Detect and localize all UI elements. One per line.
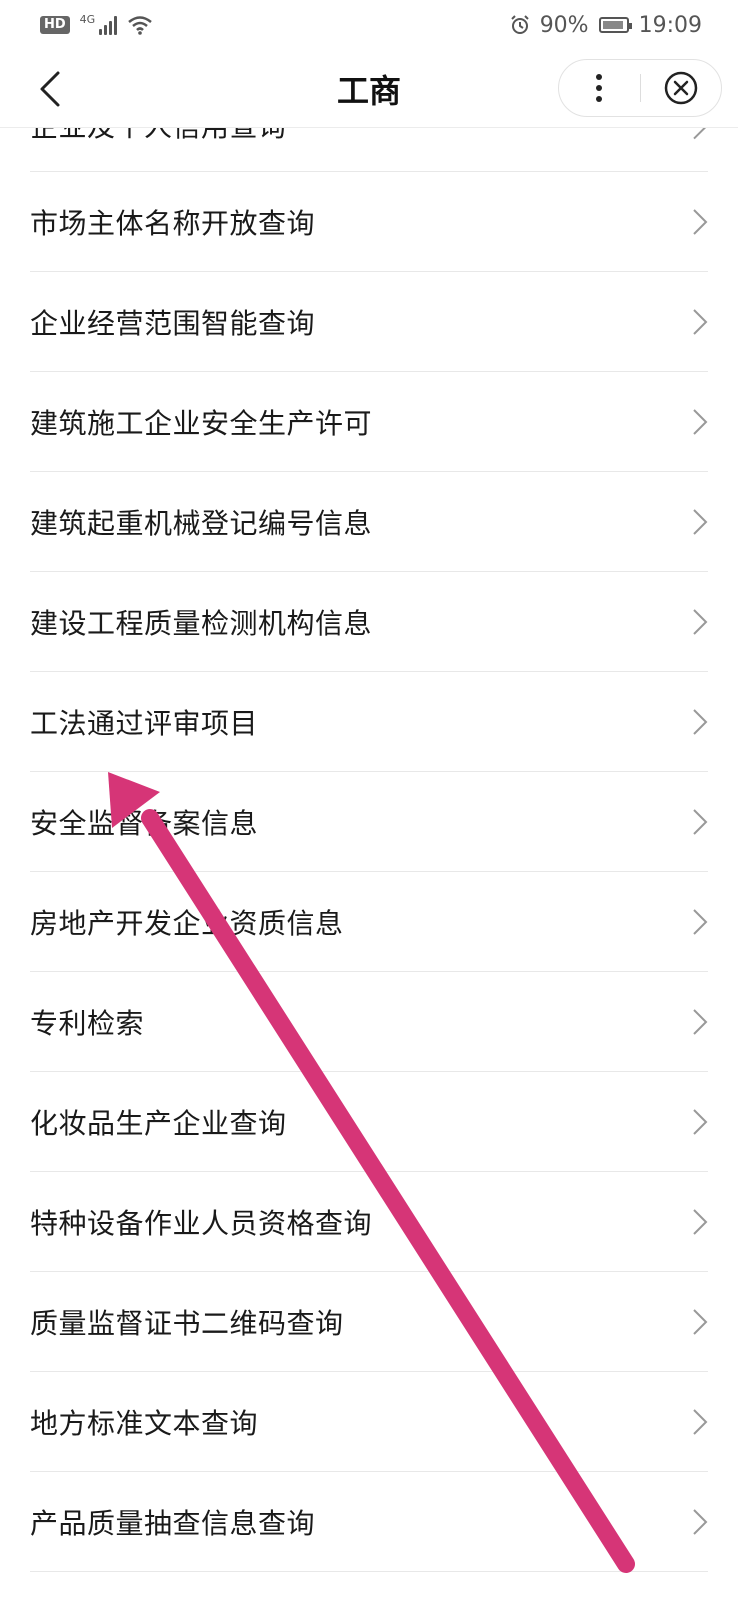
- chevron-right-icon: [693, 309, 708, 335]
- list-item-label: 房地产开发企业资质信息: [30, 907, 344, 940]
- status-bar: HD 4G 90% 19:09: [0, 0, 738, 50]
- list-item[interactable]: 建筑施工企业安全生产许可: [0, 372, 738, 472]
- list-item[interactable]: 产品质量抽查信息查询: [0, 1472, 738, 1572]
- chevron-right-icon: [693, 1209, 708, 1235]
- alarm-icon: [510, 15, 529, 34]
- chevron-right-icon: [693, 709, 708, 735]
- hd-badge: HD: [40, 16, 70, 34]
- list-item-label: 专利检索: [30, 1007, 145, 1040]
- list-item-label: 建筑起重机械登记编号信息: [30, 507, 373, 540]
- list-item[interactable]: 建设工程质量检测机构信息: [0, 572, 738, 672]
- list-item[interactable]: 特种设备作业人员资格查询: [0, 1172, 738, 1272]
- list-item-partial[interactable]: 企业及个人信用查询: [0, 128, 738, 172]
- network-type: 4G: [79, 12, 96, 26]
- list-item-label: 工法通过评审项目: [30, 707, 259, 740]
- list-item-label: 化妆品生产企业查询: [30, 1107, 287, 1140]
- more-dots-icon: [596, 74, 603, 102]
- list-item[interactable]: 工法通过评审项目: [0, 672, 738, 772]
- list-item-label: 建筑施工企业安全生产许可: [30, 407, 373, 440]
- chevron-right-icon: [693, 809, 708, 835]
- more-button[interactable]: [559, 60, 640, 116]
- chevron-right-icon: [693, 909, 708, 935]
- chevron-right-icon: [693, 1509, 708, 1535]
- status-left: HD 4G: [40, 12, 153, 35]
- chevron-right-icon: [693, 509, 708, 535]
- mini-program-capsule: [558, 59, 722, 117]
- list-item-label: 质量监督证书二维码查询: [30, 1307, 344, 1340]
- chevron-right-icon: [693, 1309, 708, 1335]
- chevron-right-icon: [693, 1109, 708, 1135]
- list-item-label: 安全监督备案信息: [30, 807, 259, 840]
- list-item-label: 企业及个人信用查询: [30, 128, 287, 145]
- wifi-icon: [128, 16, 152, 35]
- list-item[interactable]: 安全监督备案信息: [0, 772, 738, 872]
- list-item-label: 地方标准文本查询: [30, 1407, 259, 1440]
- chevron-right-icon: [693, 409, 708, 435]
- battery-percent: 90%: [539, 12, 589, 38]
- row-divider: [30, 1571, 708, 1572]
- list-item[interactable]: 房地产开发企业资质信息: [0, 872, 738, 972]
- chevron-right-icon: [693, 209, 708, 235]
- list-item[interactable]: 专利检索: [0, 972, 738, 1072]
- list-item-label: 建设工程质量检测机构信息: [30, 607, 373, 640]
- list-item[interactable]: 地方标准文本查询: [0, 1372, 738, 1472]
- status-right: 90% 19:09: [510, 13, 702, 38]
- list-item-label: 产品质量抽查信息查询: [30, 1507, 316, 1540]
- close-button[interactable]: [641, 60, 722, 116]
- chevron-left-icon: [40, 71, 60, 107]
- list-item-label: 企业经营范围智能查询: [30, 307, 316, 340]
- list-item[interactable]: 建筑起重机械登记编号信息: [0, 472, 738, 572]
- list-item[interactable]: 化妆品生产企业查询: [0, 1072, 738, 1172]
- list-item[interactable]: 市场主体名称开放查询: [0, 172, 738, 272]
- list-item[interactable]: 企业经营范围智能查询: [0, 272, 738, 372]
- clock: 19:09: [638, 12, 702, 38]
- battery-icon: [598, 17, 632, 33]
- close-circle-icon: [664, 71, 697, 105]
- chevron-right-icon: [693, 609, 708, 635]
- nav-bar: 工商: [0, 50, 738, 128]
- signal-icon: [99, 15, 118, 35]
- back-button[interactable]: [34, 67, 74, 111]
- list-item-label: 特种设备作业人员资格查询: [30, 1207, 373, 1240]
- page-title: 工商: [336, 71, 401, 110]
- chevron-right-icon: [693, 128, 707, 140]
- chevron-right-icon: [693, 1009, 708, 1035]
- list-item-label: 市场主体名称开放查询: [30, 207, 316, 240]
- chevron-right-icon: [693, 1409, 708, 1435]
- list-item[interactable]: 质量监督证书二维码查询: [0, 1272, 738, 1372]
